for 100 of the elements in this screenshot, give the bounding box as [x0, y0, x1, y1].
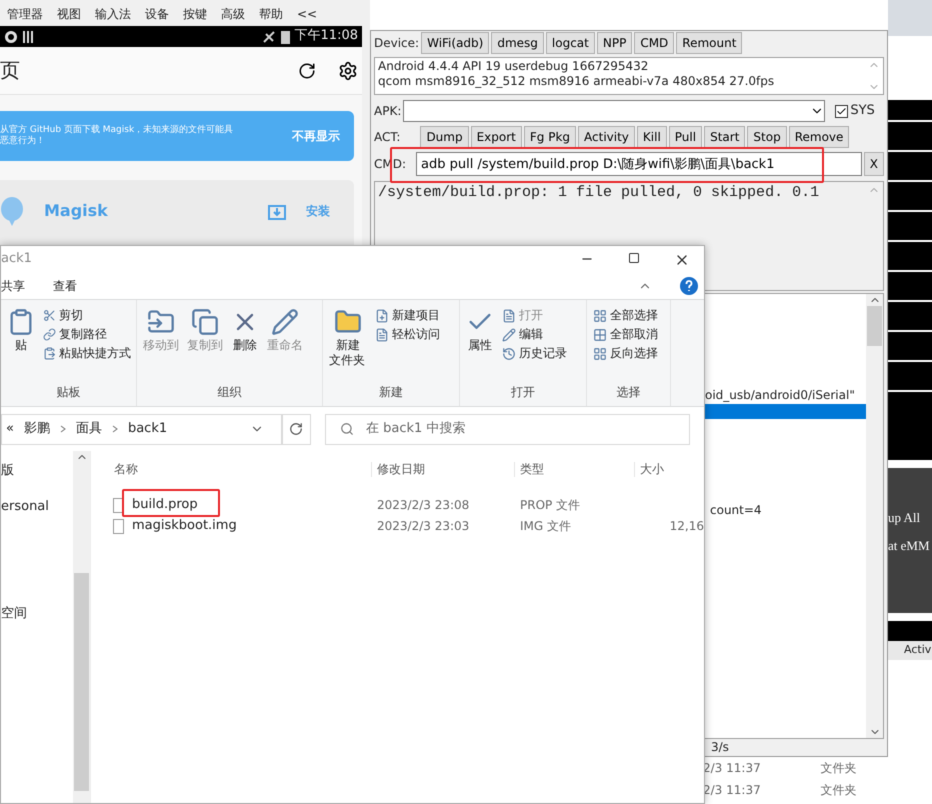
apk-label: APK:	[374, 104, 402, 118]
ribbon-tab[interactable]: 共享	[1, 278, 25, 294]
output-text: /system/build.prop: 1 file pulled, 0 skipped. 0.1	[378, 184, 820, 203]
log-line: oid_usb/android0/iSerial"	[705, 388, 856, 403]
action-button[interactable]: Remove	[788, 126, 850, 148]
panel-tab[interactable]: Activ	[888, 641, 932, 660]
command-field[interactable]: adb pull /system/build.prop D:\随身wifi\影鹏\面具\back1	[416, 152, 862, 176]
apk-dropdown[interactable]	[403, 100, 826, 122]
barcode-icon	[23, 30, 33, 42]
column-header[interactable]: 修改日期	[371, 462, 514, 476]
info-line: qcom msm8916_32_512 msm8916 armeabi-v7a 480x854 27.0fps	[378, 74, 776, 89]
file-icon	[113, 519, 124, 534]
file-name[interactable]: build.prop	[132, 497, 198, 514]
menu-item[interactable]: 设备	[145, 7, 169, 22]
file-date: 2023/2/3 23:08	[376, 498, 470, 513]
column-header[interactable]: 名称	[109, 462, 371, 476]
chevron-icon	[60, 425, 66, 433]
paste-icon	[43, 347, 56, 360]
clock-text: 下午11:08	[294, 28, 358, 45]
panel-item[interactable]: at eMM	[888, 538, 932, 554]
path-segment[interactable]: «	[6, 420, 14, 438]
menu-item[interactable]: 输入法	[95, 7, 131, 22]
action-button[interactable]: Activity	[578, 126, 635, 148]
menu-item[interactable]: 帮助	[259, 7, 283, 22]
ribbon-button[interactable]: 剪切	[59, 308, 83, 323]
device-button[interactable]: CMD	[634, 32, 674, 54]
menu-item[interactable]: 按键	[183, 7, 207, 22]
column-header[interactable]: 大小	[634, 462, 704, 476]
ribbon-group-label: 组织	[216, 384, 242, 401]
device-button[interactable]: Remount	[676, 32, 742, 54]
refresh-button[interactable]	[281, 414, 311, 444]
action-button[interactable]: Export	[470, 126, 522, 148]
ribbon-button[interactable]: 全部取消	[610, 327, 658, 342]
device-button[interactable]: WiFi(adb)	[421, 32, 490, 54]
sys-checkbox[interactable]	[835, 104, 848, 118]
settings-icon[interactable]	[338, 60, 358, 80]
ribbon-button[interactable]: 复制路径	[59, 327, 107, 342]
menu-item[interactable]: 高级	[221, 7, 245, 22]
ribbon-button[interactable]: 新建文件夹	[329, 338, 367, 368]
action-button[interactable]: Dump	[420, 126, 469, 148]
action-button[interactable]: Pull	[668, 126, 702, 148]
action-button[interactable]: Kill	[636, 126, 667, 148]
address-bar[interactable]: « 影鹏 面具 back1	[1, 414, 283, 444]
ribbon-button[interactable]: 轻松访问	[392, 327, 440, 342]
ribbon-button[interactable]: 新建项目	[392, 308, 440, 323]
ribbon-group-label: 选择	[616, 384, 642, 401]
menu-item[interactable]: <<	[297, 7, 318, 22]
document-icon	[502, 308, 516, 322]
help-icon[interactable]	[680, 277, 698, 295]
file-type: IMG 文件	[519, 519, 572, 534]
scroll-thumb[interactable]	[867, 306, 882, 346]
menu-item[interactable]: 视图	[57, 7, 81, 22]
action-button[interactable]: Fg Pkg	[524, 126, 576, 148]
ribbon-button[interactable]: 反向选择	[610, 346, 658, 361]
ribbon-button[interactable]: 属性	[468, 338, 492, 353]
file-name[interactable]: magiskboot.img	[132, 518, 237, 535]
scroll-thumb[interactable]	[74, 573, 89, 791]
ribbon-group-label: 贴板	[56, 384, 82, 401]
menu-item[interactable]: 管理器	[7, 7, 43, 22]
act-label: ACT:	[374, 130, 400, 144]
refresh-icon[interactable]	[298, 62, 316, 80]
panel-item[interactable]: up All	[888, 510, 932, 526]
ribbon-button[interactable]: 全部选择	[610, 308, 658, 323]
device-button[interactable]: logcat	[546, 32, 595, 54]
scissors-icon	[43, 309, 56, 322]
type-text: 文件夹	[820, 761, 857, 776]
column-header[interactable]: 类型	[514, 462, 634, 476]
pencil-icon	[271, 308, 299, 336]
card-title: Magisk	[44, 201, 109, 221]
refresh-icon	[289, 422, 303, 436]
action-button[interactable]: Stop	[747, 126, 787, 148]
device-button[interactable]: NPP	[596, 32, 632, 54]
path-segment[interactable]: 影鹏	[24, 420, 50, 438]
ribbon-button[interactable]: 粘贴快捷方式	[59, 346, 131, 361]
ribbon-group-label: 打开	[510, 384, 536, 401]
ribbon-button[interactable]: 删除	[233, 338, 257, 353]
clear-button[interactable]: X	[864, 152, 884, 176]
ribbon-button[interactable]: 贴	[15, 338, 27, 353]
path-segment[interactable]: back1	[128, 420, 168, 438]
action-button[interactable]: Start	[704, 126, 746, 148]
copy-icon	[191, 308, 219, 336]
nav-item[interactable]: ersonal	[1, 499, 73, 516]
document-icon	[375, 328, 389, 342]
ribbon-tab[interactable]: 查看	[53, 278, 77, 294]
chevron-icon	[112, 425, 118, 433]
log-line: count=4	[710, 503, 763, 518]
banner-text: 从官方 GitHub 页面下载 Magisk，未知来源的文件可能具 恶意行为！	[0, 124, 234, 148]
scrollbar[interactable]	[73, 451, 90, 803]
path-segment[interactable]: 面具	[76, 420, 102, 438]
ribbon-button[interactable]: 编辑	[519, 327, 543, 342]
grid-icon	[593, 346, 607, 360]
ribbon-button[interactable]: 历史记录	[519, 346, 567, 361]
device-button[interactable]: dmesg	[491, 32, 544, 54]
file-plus-icon	[375, 308, 389, 322]
nav-item[interactable]: 版	[1, 463, 73, 480]
scrollbar[interactable]	[866, 294, 883, 738]
search-field[interactable]: 在 back1 中搜索	[325, 414, 690, 444]
grid-icon	[593, 328, 607, 342]
link-icon	[43, 328, 56, 341]
nav-item[interactable]: 空间	[1, 606, 73, 622]
